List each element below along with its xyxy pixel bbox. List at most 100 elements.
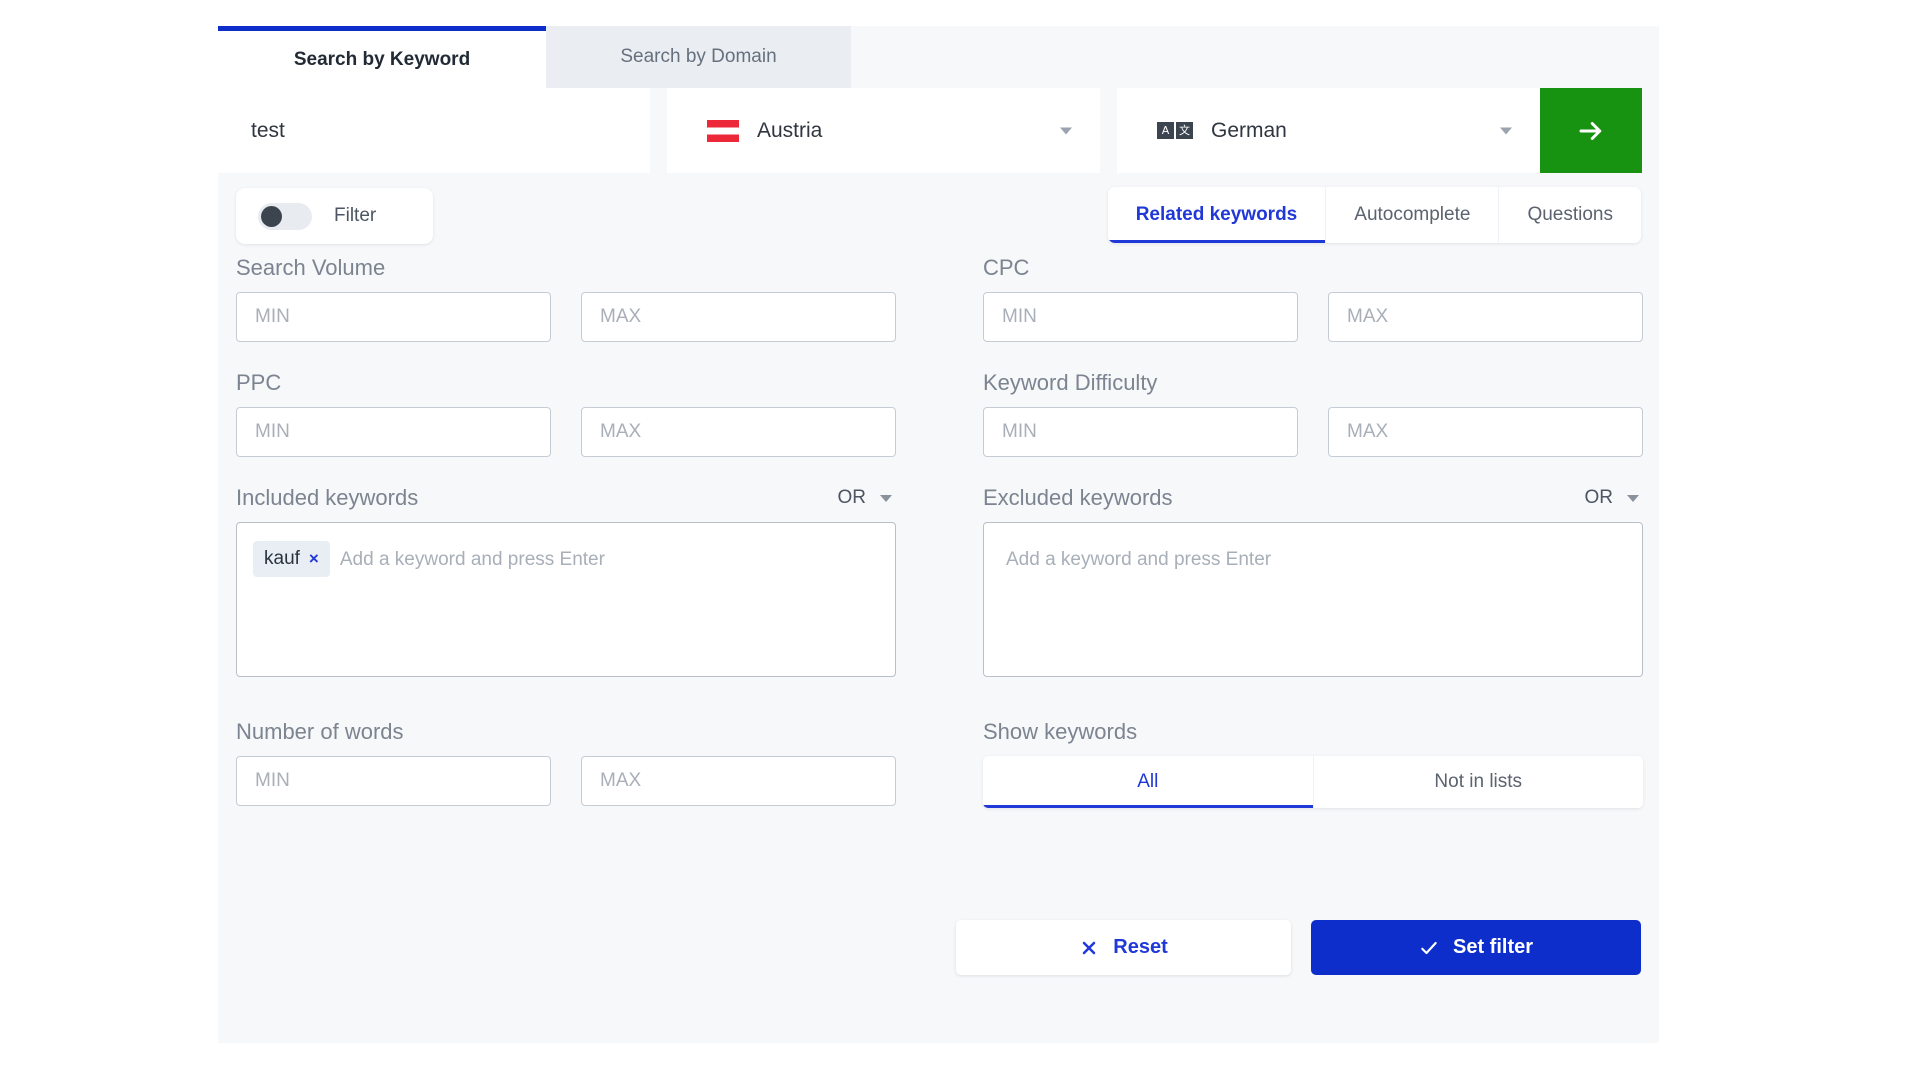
tab-autocomplete[interactable]: Autocomplete xyxy=(1326,187,1500,243)
ppc-range: MIN MAX xyxy=(236,407,896,457)
show-keywords-option-all-label: All xyxy=(1137,771,1159,792)
reset-button-label: Reset xyxy=(1113,936,1168,958)
tab-questions[interactable]: Questions xyxy=(1499,187,1641,243)
included-keywords-label: Included keywords xyxy=(236,485,419,510)
arrow-right-icon xyxy=(1579,121,1602,140)
filter-toolbar: Filter Related keywords Autocomplete Que… xyxy=(218,173,1659,255)
filter-columns: Search Volume MIN MAX PPC MIN MAX Includ… xyxy=(218,255,1659,1015)
tab-related-keywords-label: Related keywords xyxy=(1135,204,1298,225)
show-keywords-option-all[interactable]: All xyxy=(983,756,1314,808)
tab-autocomplete-label: Autocomplete xyxy=(1354,204,1471,225)
search-mode-tabs: Search by Keyword Search by Domain xyxy=(218,26,851,88)
search-divider-1 xyxy=(650,88,667,173)
ppc-min-placeholder: MIN xyxy=(255,421,290,442)
filter-toggle-knob xyxy=(261,205,282,227)
included-keywords-input[interactable]: kauf × Add a keyword and press Enter xyxy=(236,522,896,677)
chevron-down-icon xyxy=(880,494,892,502)
filter-toggle-label: Filter xyxy=(334,205,377,226)
chevron-down-icon xyxy=(1627,494,1639,502)
number-of-words-max-input[interactable]: MAX xyxy=(581,756,896,806)
language-dropdown-label: German xyxy=(1211,118,1287,142)
excluded-keywords-input[interactable]: Add a keyword and press Enter xyxy=(983,522,1643,677)
number-of-words-min-placeholder: MIN xyxy=(255,770,290,791)
keyword-research-panel: Search by Keyword Search by Domain test … xyxy=(218,26,1659,1043)
cpc-min-placeholder: MIN xyxy=(1002,306,1037,327)
excluded-keywords-operator-dropdown[interactable]: OR xyxy=(1585,487,1644,509)
show-keywords-option-not-in-lists-label: Not in lists xyxy=(1434,771,1523,792)
cpc-min-input[interactable]: MIN xyxy=(983,292,1298,342)
tab-search-by-keyword-label: Search by Keyword xyxy=(293,48,471,70)
cpc-max-placeholder: MAX xyxy=(1347,306,1389,327)
tab-search-by-domain-label: Search by Domain xyxy=(620,46,777,67)
search-bar: test Austria A文 German xyxy=(218,88,1659,173)
language-dropdown[interactable]: A文 German xyxy=(1117,88,1540,173)
cpc-range: MIN MAX xyxy=(983,292,1643,342)
included-keywords-operator-value: OR xyxy=(837,487,867,508)
search-divider-2 xyxy=(1100,88,1117,173)
result-type-tabs: Related keywords Autocomplete Questions xyxy=(1107,187,1641,243)
filter-actions: Reset Set filter xyxy=(956,920,1641,975)
set-filter-button[interactable]: Set filter xyxy=(1311,920,1641,975)
cpc-label: CPC xyxy=(983,255,1030,280)
included-keywords-placeholder: Add a keyword and press Enter xyxy=(339,549,605,570)
number-of-words-range: MIN MAX xyxy=(236,756,896,806)
keyword-difficulty-max-placeholder: MAX xyxy=(1347,421,1389,442)
show-keywords-option-not-in-lists[interactable]: Not in lists xyxy=(1313,756,1643,808)
flag-austria-icon xyxy=(707,119,739,142)
keyword-difficulty-min-input[interactable]: MIN xyxy=(983,407,1298,457)
chevron-down-icon xyxy=(1060,127,1072,134)
search-submit-button[interactable] xyxy=(1540,88,1642,173)
filter-toggle-switch[interactable] xyxy=(258,202,312,230)
keyword-input[interactable]: test xyxy=(218,88,650,173)
included-keywords-operator-dropdown[interactable]: OR xyxy=(838,487,897,509)
tab-questions-label: Questions xyxy=(1527,204,1613,225)
translate-icon: A文 xyxy=(1157,122,1193,139)
excluded-keywords-label: Excluded keywords xyxy=(983,485,1173,510)
number-of-words-max-placeholder: MAX xyxy=(600,770,642,791)
keyword-difficulty-label: Keyword Difficulty xyxy=(983,370,1158,395)
app-root: Search by Keyword Search by Domain test … xyxy=(0,0,1920,1080)
show-keywords-segmented: All Not in lists xyxy=(983,756,1643,808)
number-of-words-min-input[interactable]: MIN xyxy=(236,756,551,806)
filter-toggle[interactable]: Filter xyxy=(236,188,433,244)
search-volume-label: Search Volume xyxy=(236,255,386,280)
keyword-difficulty-max-input[interactable]: MAX xyxy=(1328,407,1643,457)
keyword-difficulty-range: MIN MAX xyxy=(983,407,1643,457)
cpc-max-input[interactable]: MAX xyxy=(1328,292,1643,342)
show-keywords-label: Show keywords xyxy=(983,719,1138,744)
tab-search-by-keyword[interactable]: Search by Keyword xyxy=(218,26,546,88)
included-keywords-header: Included keywords OR xyxy=(236,485,896,511)
ppc-label: PPC xyxy=(236,370,282,395)
keyword-input-value: test xyxy=(251,118,285,142)
chevron-down-icon xyxy=(1500,127,1512,134)
set-filter-button-label: Set filter xyxy=(1452,936,1534,958)
number-of-words-label: Number of words xyxy=(236,719,404,744)
country-dropdown[interactable]: Austria xyxy=(667,88,1100,173)
tab-related-keywords[interactable]: Related keywords xyxy=(1107,187,1327,243)
filter-body: Filter Related keywords Autocomplete Que… xyxy=(218,173,1659,1015)
ppc-max-input[interactable]: MAX xyxy=(581,407,896,457)
close-icon xyxy=(1083,941,1096,954)
search-volume-range: MIN MAX xyxy=(236,292,896,342)
search-volume-min-placeholder: MIN xyxy=(255,306,290,327)
close-icon[interactable]: × xyxy=(309,549,319,569)
filter-column-left: Search Volume MIN MAX PPC MIN MAX Includ… xyxy=(236,255,896,834)
country-dropdown-label: Austria xyxy=(757,118,823,142)
filter-column-right: CPC MIN MAX Keyword Difficulty MIN MAX E… xyxy=(983,255,1643,808)
ppc-max-placeholder: MAX xyxy=(600,421,642,442)
reset-button[interactable]: Reset xyxy=(956,920,1291,975)
keyword-chip-label: kauf xyxy=(264,548,300,569)
excluded-keywords-header: Excluded keywords OR xyxy=(983,485,1643,511)
check-icon xyxy=(1421,941,1437,954)
search-volume-max-placeholder: MAX xyxy=(600,306,642,327)
keyword-chip[interactable]: kauf × xyxy=(253,541,330,577)
ppc-min-input[interactable]: MIN xyxy=(236,407,551,457)
keyword-difficulty-min-placeholder: MIN xyxy=(1002,421,1037,442)
search-volume-max-input[interactable]: MAX xyxy=(581,292,896,342)
search-volume-min-input[interactable]: MIN xyxy=(236,292,551,342)
excluded-keywords-placeholder: Add a keyword and press Enter xyxy=(1006,549,1272,570)
tab-search-by-domain[interactable]: Search by Domain xyxy=(546,26,851,88)
excluded-keywords-operator-value: OR xyxy=(1584,487,1614,508)
